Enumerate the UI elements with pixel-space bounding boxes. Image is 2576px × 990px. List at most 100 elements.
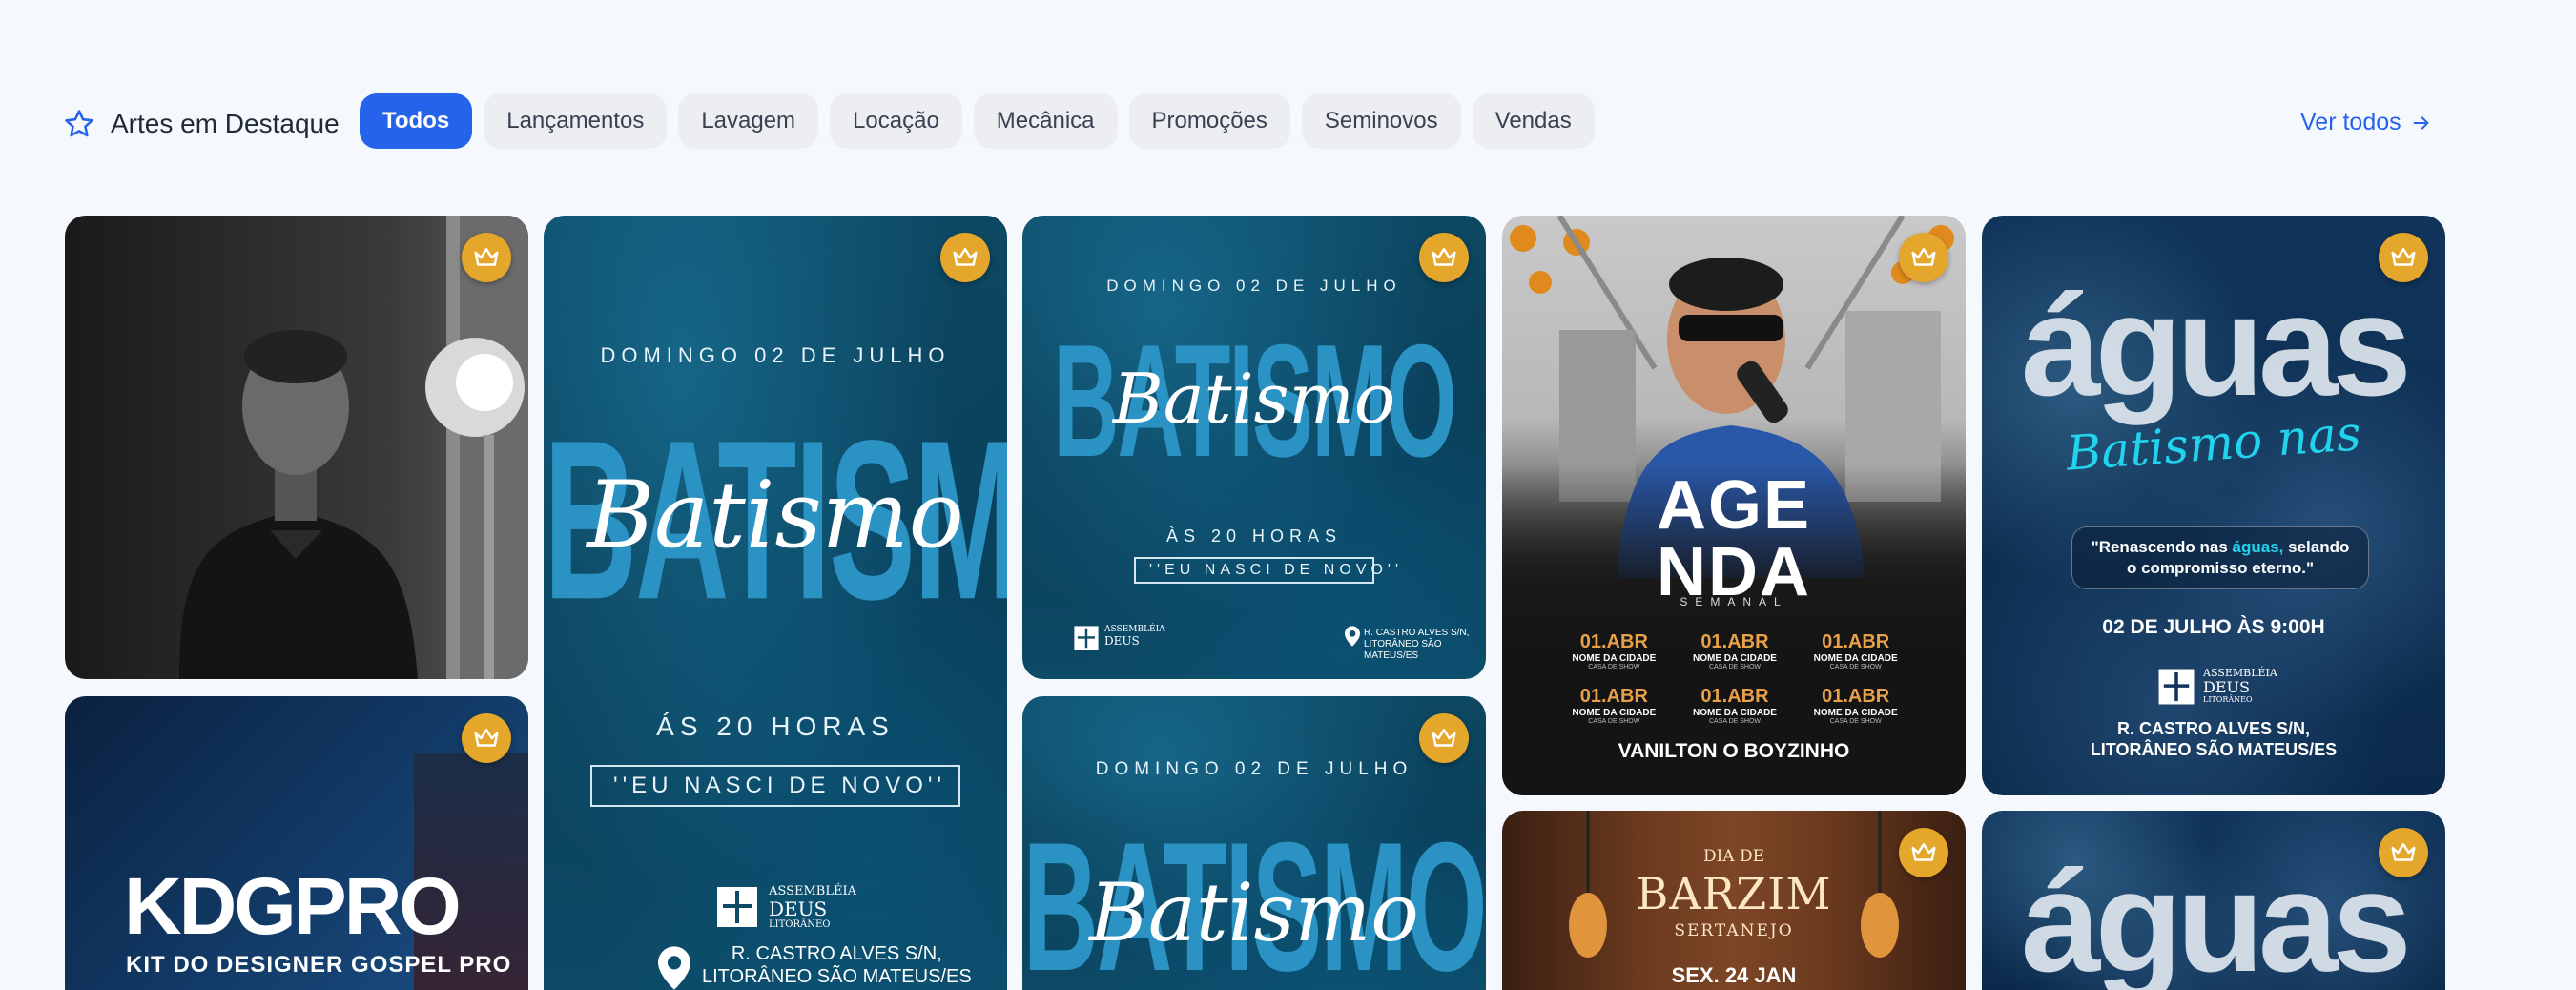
premium-crown-badge: [1899, 828, 1948, 877]
location-pin-icon: [658, 946, 690, 990]
agenda-entry: 01.ABR NOME DA CIDADE CASA DE SHOW: [1675, 631, 1796, 670]
barzim-line3: SERTANEJO: [1674, 921, 1794, 940]
batismo-date: DOMINGO 02 DE JULHO: [600, 343, 951, 367]
agenda-entry-venue: CASA DE SHOW: [1708, 718, 1762, 725]
aguas-quote-line1: "Renascendo nas águas, selando: [2078, 537, 2362, 558]
premium-crown-badge: [940, 233, 990, 282]
church-name-line2: DEUS: [769, 897, 828, 921]
batismo-hours: ÁS 20 HORAS: [656, 712, 895, 741]
barzim-line2: BARZIM: [1636, 868, 1832, 919]
batismo-date: DOMINGO 02 DE JULHO: [1106, 277, 1402, 295]
crown-icon: [1432, 248, 1456, 266]
art-card-aguas[interactable]: águas Batismo nas "Renascendo nas águas,…: [1982, 216, 2445, 795]
agenda-entry-venue: CASA DE SHOW: [1588, 664, 1640, 670]
church-name-line2: DEUS: [2203, 678, 2250, 697]
church-name-line3: LITORÂNEO: [769, 919, 831, 931]
batismo-address: R. CASTRO ALVES S/N, LITORÂNEO SÃO MATEU…: [702, 942, 972, 988]
address-line1: R. CASTRO ALVES S/N,: [731, 943, 942, 964]
location-pin-icon: [1345, 626, 1360, 647]
tab-lavagem[interactable]: Lavagem: [678, 93, 819, 149]
agenda-artist: VANILTON O BOYZINHO: [1618, 740, 1850, 762]
aguas-quote-part1: "Renascendo nas: [2091, 538, 2233, 556]
section-title: Artes em Destaque: [111, 109, 340, 138]
premium-crown-badge: [462, 713, 511, 763]
tab-vendas[interactable]: Vendas: [1472, 93, 1595, 149]
category-tabs: Todos Lançamentos Lavagem Locação Mecâni…: [360, 93, 1595, 149]
agenda-entry: 01.ABR NOME DA CIDADE CASA DE SHOW: [1675, 686, 1796, 725]
church-name-line2: DEUS: [1104, 633, 1140, 648]
crown-icon: [1911, 843, 1936, 861]
church-name: ASSEMBLÉIA DEUS LITORÂNEO: [2203, 667, 2277, 704]
agenda-entry: 01.ABR NOME DA CIDADE CASA DE SHOW: [1554, 631, 1675, 670]
agenda-entry-city: NOME DA CIDADE: [1572, 708, 1657, 718]
art-card-barzim[interactable]: DIA DE BARZIM SERTANEJO SEX. 24 JAN: [1502, 811, 1966, 990]
church-name-line3: LITORÂNEO: [2203, 694, 2253, 704]
art-card-portrait[interactable]: [65, 216, 528, 679]
agenda-entry-date: 01.ABR: [1822, 631, 1890, 652]
agenda-entry-city: NOME DA CIDADE: [1572, 653, 1657, 664]
view-all-link[interactable]: Ver todos: [2300, 109, 2432, 136]
church-name-line1: ASSEMBLÉIA: [769, 884, 856, 898]
art-card-agenda[interactable]: AGE NDA SEMANAL 01.ABR NOME DA CIDADE CASA…: [1502, 216, 1966, 795]
church-name: ASSEMBLÉIA DEUS: [1104, 625, 1165, 648]
agenda-entry: 01.ABR NOME DA CIDADE CASA DE SHOW: [1554, 686, 1675, 725]
agenda-entry-date: 01.ABR: [1700, 686, 1769, 707]
church-logo-icon: [1074, 626, 1099, 650]
agenda-entry-date: 01.ABR: [1822, 686, 1890, 707]
crown-icon: [474, 248, 499, 266]
tab-promocoes[interactable]: Promoções: [1128, 93, 1290, 149]
aguas-big-text: águas: [2021, 265, 2412, 425]
agenda-entry-venue: CASA DE SHOW: [1708, 664, 1762, 670]
featured-header: Artes em Destaque Todos Lançamentos Lava…: [0, 0, 2576, 191]
premium-crown-badge: [2379, 828, 2428, 877]
agenda-entry-city: NOME DA CIDADE: [1813, 708, 1898, 718]
agenda-entry: 01.ABR NOME DA CIDADE CASA DE SHOW: [1795, 631, 1916, 670]
barzim-line1: DIA DE: [1702, 847, 1765, 866]
art-card-batismo-small-2[interactable]: DOMINGO 02 DE JULHO BATISMO Batismo: [1022, 696, 1486, 990]
premium-crown-badge: [1419, 233, 1469, 282]
kdgpro-logo: KDGPRO: [124, 861, 462, 951]
batismo-address: R. CASTRO ALVES S/N, LITORÂNEO SÃO MATEU…: [1364, 628, 1486, 662]
batismo-script-text: Batismo: [1112, 359, 1396, 439]
agenda-entry-date: 01.ABR: [1579, 631, 1648, 652]
tab-lancamentos[interactable]: Lançamentos: [484, 93, 668, 149]
crown-icon: [474, 729, 499, 747]
art-card-batismo-small[interactable]: DOMINGO 02 DE JULHO BATISMO Batismo ÀS 2…: [1022, 216, 1486, 679]
crown-icon: [1911, 248, 1936, 266]
address-line1: R. CASTRO ALVES S/N,: [1364, 628, 1470, 638]
art-card-batismo-tall[interactable]: DOMINGO 02 DE JULHO BATISMO Batismo ÁS 2…: [544, 216, 1007, 990]
agenda-grid: 01.ABR NOME DA CIDADE CASA DE SHOW 01.ABR N…: [1554, 631, 1916, 725]
batismo-quote: ''EU NASCI DE NOVO'': [1134, 557, 1398, 584]
agenda-entry-venue: CASA DE SHOW: [1829, 664, 1882, 670]
church-name: ASSEMBLÉIA DEUS LITORÂNEO: [769, 884, 856, 931]
agenda-entry-city: NOME DA CIDADE: [1693, 708, 1777, 718]
view-all-label: Ver todos: [2300, 109, 2401, 135]
agenda-subtitle: SEMANAL: [1680, 595, 1788, 608]
art-card-kdgpro[interactable]: KDGPRO KIT DO DESIGNER GOSPEL PRO: [65, 696, 528, 990]
portrait-photo: [179, 216, 528, 679]
crown-icon: [2391, 248, 2416, 266]
star-outline-icon: [65, 110, 93, 137]
kdgpro-subtitle: KIT DO DESIGNER GOSPEL PRO: [126, 952, 512, 978]
agenda-entry-city: NOME DA CIDADE: [1813, 653, 1898, 664]
agenda-entry-city: NOME DA CIDADE: [1693, 653, 1777, 664]
batismo-script-text: Batismo: [587, 462, 964, 568]
tab-mecanica[interactable]: Mecânica: [973, 93, 1118, 149]
agenda-entry-venue: CASA DE SHOW: [1588, 718, 1640, 725]
address-line2: LITORÂNEO SÃO MATEUS/ES: [2090, 739, 2338, 759]
tab-todos[interactable]: Todos: [360, 93, 473, 149]
crown-icon: [1432, 729, 1456, 747]
address-line1: R. CASTRO ALVES S/N,: [2116, 719, 2311, 738]
aguas-quote-highlight: águas,: [2232, 538, 2284, 556]
batismo-script-text: Batismo: [1089, 866, 1419, 959]
agenda-entry-venue: CASA DE SHOW: [1829, 718, 1882, 725]
art-card-aguas-2[interactable]: águas: [1982, 811, 2445, 990]
agenda-title-line1: AGE: [1656, 467, 1812, 544]
premium-crown-badge: [1419, 713, 1469, 763]
aguas-date: 02 DE JULHO ÀS 9:00H: [2102, 616, 2325, 638]
tab-locacao[interactable]: Locação: [830, 93, 962, 149]
tab-seminovos[interactable]: Seminovos: [1301, 93, 1461, 149]
aguas-address: R. CASTRO ALVES S/N, LITORÂNEO SÃO MATEU…: [1982, 719, 2445, 760]
aguas-quote-line2: o compromisso eterno.": [2126, 559, 2315, 578]
agenda-entry-date: 01.ABR: [1700, 631, 1769, 652]
